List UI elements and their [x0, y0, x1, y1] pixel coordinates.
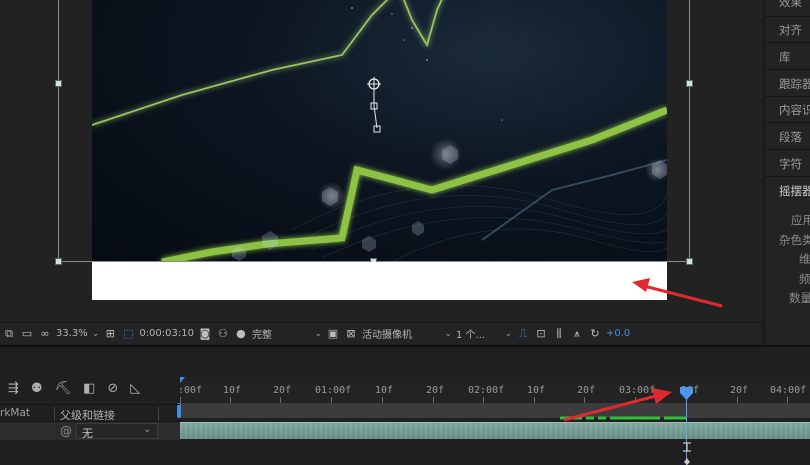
snapshot-camera-icon[interactable]: ◙	[198, 327, 212, 341]
composition-viewer[interactable]	[0, 0, 762, 322]
trkmat-column-header[interactable]: rkMat	[0, 407, 30, 419]
chevron-down-icon: ⌄	[314, 328, 322, 339]
shy-layers-icon[interactable]: ⚉	[31, 381, 43, 396]
timeline-switches-toolbar: ⇶ ⚉ ⛏ ◧ ⊘ ◺	[0, 375, 180, 401]
channel-rgb-icon[interactable]: ●	[234, 327, 248, 341]
show-snapshot-icon[interactable]: ⚇	[216, 327, 230, 341]
panel-item-align[interactable]: 对齐	[779, 22, 802, 38]
panel-item-content-aware[interactable]: 内容识	[779, 102, 810, 118]
grid-guide-icon[interactable]: ⊞	[103, 327, 117, 341]
wiggler-apply-label: 应用	[791, 213, 810, 227]
flowchart-icon[interactable]: ⩚	[570, 327, 584, 341]
divider	[765, 69, 810, 70]
transform-handle[interactable]	[686, 258, 693, 265]
camera-dropdown[interactable]: 活动摄像机 ⌄	[362, 326, 452, 342]
right-panel: 效果 对齐 库 跟踪器 内容识 段落 字符 摇摆器 应用 杂色类 维 频 数量	[764, 0, 810, 345]
panel-item-character[interactable]: 字符	[779, 156, 802, 172]
parent-link-column-header[interactable]: 父级和链接	[60, 407, 115, 423]
work-area-bar[interactable]	[177, 403, 810, 418]
zoom-dropdown[interactable]: 33.3% ⌄	[56, 328, 99, 339]
chevron-down-icon: ⌄	[143, 424, 152, 435]
graph-editor-icon[interactable]: ⊘	[107, 381, 118, 396]
current-time-display[interactable]: 0:00:03:10	[139, 328, 194, 339]
transform-handle[interactable]	[55, 80, 62, 87]
divider	[765, 42, 810, 43]
keyframe-marker-icon	[683, 442, 691, 465]
toggle-pixel-aspect-icon[interactable]: ⎍	[516, 327, 530, 341]
layer-row[interactable]: @ 无 ⌄	[0, 422, 180, 440]
parent-dropdown[interactable]: 无 ⌄	[76, 423, 158, 440]
layer-column-header: rkMat 父级和链接	[0, 404, 180, 422]
timeline-icon[interactable]: ⫼	[552, 327, 566, 341]
transparency-grid-icon[interactable]: ⊠	[344, 327, 358, 341]
chart-editor-icon[interactable]: ◺	[130, 381, 140, 396]
white-border-area	[92, 262, 667, 300]
transform-handle[interactable]	[686, 80, 693, 87]
wiggler-noise-type-label: 杂色类	[779, 233, 810, 247]
always-preview-icon[interactable]: ⧉	[2, 327, 16, 341]
column-divider	[54, 407, 55, 421]
current-time-indicator[interactable]	[680, 387, 693, 400]
panel-item-tracker[interactable]: 跟踪器	[779, 76, 810, 92]
chevron-down-icon: ⌄	[91, 328, 100, 339]
vr-goggles-icon[interactable]: ∞	[38, 327, 52, 341]
viewer-toolbar: ⧉ ▭ ∞ 33.3% ⌄ ⊞ ⬚ 0:00:03:10 ◙ ⚇ ● 完整 ⌄ …	[0, 322, 762, 344]
divider	[765, 176, 810, 177]
divider	[765, 16, 810, 17]
chevron-down-icon: ⌄	[504, 328, 512, 339]
draft-3d-icon[interactable]: ⇶	[8, 381, 19, 396]
wiggler-magnitude-label: 数量	[789, 291, 810, 305]
region-of-interest-icon[interactable]: ▣	[326, 327, 340, 341]
mask-visibility-icon[interactable]: ⬚	[121, 327, 135, 341]
views-dropdown[interactable]: 1 个... ⌄	[456, 326, 512, 342]
motion-blur-icon[interactable]: ◧	[83, 381, 95, 396]
pick-whip-icon[interactable]: @	[60, 424, 72, 438]
divider	[765, 149, 810, 150]
layer-duration-bar[interactable]	[180, 422, 810, 439]
panel-item-effects[interactable]: 效果	[779, 0, 802, 10]
wiggler-frequency-label: 频	[799, 272, 810, 286]
resolution-dropdown[interactable]: 完整 ⌄	[252, 326, 322, 342]
layer-bounding-box	[58, 0, 690, 262]
exposure-value[interactable]: +0.0	[606, 328, 630, 339]
time-ruler[interactable]: :00f 10f 20f 01:00f 10f 20f 02:00f 10f 2…	[178, 377, 810, 403]
wiggler-dimension-label: 维	[799, 252, 810, 266]
divider	[765, 96, 810, 97]
fast-preview-icon[interactable]: ⊡	[534, 327, 548, 341]
chevron-down-icon: ⌄	[444, 328, 452, 339]
transform-handle[interactable]	[55, 258, 62, 265]
reset-exposure-icon[interactable]: ↻	[588, 327, 602, 341]
keyframe-indicator-strip	[560, 416, 686, 420]
column-divider	[158, 407, 159, 421]
divider	[765, 122, 810, 123]
panel-item-paragraph[interactable]: 段落	[779, 129, 802, 145]
monitor-icon[interactable]: ▭	[20, 327, 34, 341]
frame-blending-icon[interactable]: ⛏	[55, 381, 72, 396]
panel-item-libraries[interactable]: 库	[779, 49, 791, 65]
panel-item-wiggler[interactable]: 摇摆器	[779, 183, 810, 199]
